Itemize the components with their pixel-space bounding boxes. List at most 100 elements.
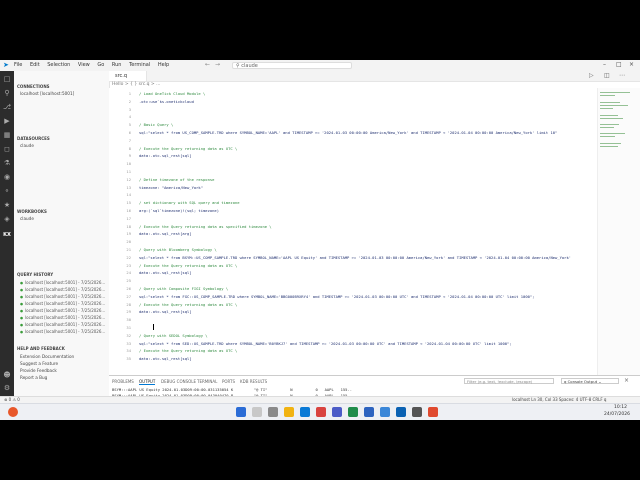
more-actions-icon[interactable]: ⋯ [619,72,625,79]
gear-icon[interactable]: ⚙ [3,384,11,392]
menu-view[interactable]: View [78,62,90,68]
code-line[interactable]: data:.otc.sql_rest[sql] [139,356,192,361]
tab-ports[interactable]: PORTS [222,379,235,384]
code-line[interactable]: / Execute the Query returning data as UT… [139,146,237,151]
close-icon[interactable]: × [629,61,634,68]
code-line[interactable]: sql:"select * from SED::US_SAMPLE.TRD wh… [139,341,512,346]
file-explorer-icon[interactable] [284,407,294,417]
code-line[interactable]: / Execute the Query returning data as UT… [139,348,237,353]
tab-debug-console[interactable]: DEBUG CONSOLE [161,379,196,384]
code-line[interactable]: / set dictionary with SQL query and time… [139,200,240,205]
connections-header[interactable]: CONNECTIONS [17,84,50,89]
menu-file[interactable]: File [14,62,22,68]
code-editor[interactable]: 1 / Load OneTick Cloud Module \ 2 .otc:use`… [109,88,597,375]
code-line[interactable]: / Load OneTick Cloud Module \ [139,91,205,96]
code-line[interactable]: timezone: "America/New_York" [139,185,203,190]
history-item[interactable]: localhost [localhost:5001] - 7/25/2026..… [20,308,105,313]
testing-icon[interactable]: ⚗ [3,159,11,167]
code-line[interactable]: sql:"select * from BSYM::US_COMP_SAMPLE.… [139,255,571,260]
database-icon[interactable]: ⚬ [3,187,11,195]
excel-icon[interactable] [348,407,358,417]
remote-explorer-icon[interactable]: ◻ [3,145,11,153]
code-line[interactable]: arg:(`sql`timezone)!(sql; timezone) [139,208,219,213]
powerpoint-icon[interactable] [428,407,438,417]
menu-selection[interactable]: Selection [47,62,70,68]
code-line[interactable]: / Execute the Query returning data as UT… [139,302,237,307]
explorer-icon[interactable]: □ [3,75,11,83]
word-icon[interactable] [380,407,390,417]
status-problems[interactable]: ⊗ 0 ⚠ 0 [4,397,20,402]
code-line[interactable]: data:.otc.sql_rest[arg] [139,231,192,236]
account-icon[interactable]: ☻ [3,371,11,379]
code-line[interactable]: / Define timezone of the response [139,177,214,182]
connection-item[interactable]: localhost [localhost:5001] [20,91,74,96]
code-line[interactable]: / Execute the Query returning data as UT… [139,263,237,268]
help-link[interactable]: Provide Feedback [20,368,57,373]
close-panel-icon[interactable]: × [624,377,629,384]
code-line[interactable]: sql:"select * from FGC::US_COMP_SAMPLE.T… [139,294,534,299]
help-feedback-header[interactable]: HELP AND FEEDBACK [17,346,65,351]
outlook-icon[interactable] [364,407,374,417]
workbook-item[interactable]: claude [20,216,34,221]
workbooks-header[interactable]: WORKBOOKS [17,209,47,214]
history-item[interactable]: localhost [localhost:5001] - 7/25/2026..… [20,294,105,299]
tab-problems[interactable]: PROBLEMS [112,379,134,384]
minimize-icon[interactable]: – [603,61,606,68]
breadcrumb[interactable]: Hello > { } src.q > ... [112,82,160,87]
output-filter-input[interactable]: Filter (e.g. text, !exclude, \escape) [464,378,554,384]
extensions-icon[interactable]: ▦ [3,131,11,139]
history-item[interactable]: localhost [localhost:5001] - 7/25/2026..… [20,322,105,327]
datasources-header[interactable]: DATASOURCES [17,136,50,141]
split-editor-icon[interactable]: ◫ [604,72,610,79]
clock-date[interactable]: 24/07/2026 [604,412,630,417]
clock-time[interactable]: 10:12 [614,405,627,410]
code-line[interactable]: / Query with Composite FIGI Symbology \ [139,286,228,291]
menu-go[interactable]: Go [97,62,104,68]
run-file-icon[interactable]: ▷ [589,72,594,79]
teams-icon[interactable] [332,407,342,417]
menu-help[interactable]: Help [158,62,169,68]
search-icon[interactable]: ⚲ [3,89,11,97]
history-item[interactable]: localhost [localhost:5001] - 7/25/2026..… [20,280,105,285]
command-center-search[interactable]: ⚲ claude [232,62,352,69]
task-view-icon[interactable] [268,407,278,417]
app-icon[interactable] [316,407,326,417]
code-line[interactable]: data:.otc.sql_rest[sql] [139,309,192,314]
code-line[interactable]: sql:"select * from US_COMP_SAMPLE.TRD wh… [139,130,557,135]
code-line[interactable]: data:.otc.sql_rest[sql] [139,153,192,158]
run-debug-icon[interactable]: ▶ [3,117,11,125]
help-link[interactable]: Suggest a Feature [20,361,58,366]
history-item[interactable]: localhost [localhost:5001] - 7/25/2026..… [20,329,105,334]
tab-output[interactable]: OUTPUT [139,379,156,385]
weather-widget-icon[interactable] [8,407,18,417]
tab-terminal[interactable]: TERMINAL [197,379,217,384]
code-line[interactable]: / Execute the Query returning data as sp… [139,224,272,229]
history-item[interactable]: localhost [localhost:5001] - 7/25/2026..… [20,301,105,306]
maximize-icon[interactable]: □ [616,61,622,68]
search-taskbar-icon[interactable] [252,407,262,417]
status-right[interactable]: localhost Ln 30, Col 33 Spaces: 4 UTF-8 … [512,397,606,402]
source-control-icon[interactable]: ⎇ [3,103,11,111]
start-icon[interactable] [236,407,246,417]
terminal-taskbar-icon[interactable] [412,407,422,417]
tab-kdb-results[interactable]: KDB RESULTS [240,379,267,384]
help-link[interactable]: Extension Documentation [20,354,74,359]
menu-run[interactable]: Run [112,62,122,68]
settings-sync-icon[interactable]: ★ [3,201,11,209]
vscode-taskbar-icon[interactable] [396,407,406,417]
history-item[interactable]: localhost [localhost:5001] - 7/25/2026..… [20,315,105,320]
menu-edit[interactable]: Edit [30,62,40,68]
back-arrow-icon[interactable]: ← [205,61,210,68]
code-line[interactable]: / Query with Bloomberg Symbology \ [139,247,217,252]
edge-icon[interactable] [300,407,310,417]
datasource-item[interactable]: claude [20,143,34,148]
code-line[interactable]: / Query with SEDOL Symbology \ [139,333,208,338]
code-line[interactable]: data:.otc.sql_rest[sql] [139,270,192,275]
kx-icon[interactable]: KX [3,231,11,239]
query-history-header[interactable]: QUERY HISTORY [17,272,53,277]
help-link[interactable]: Report a Bug [20,375,47,380]
tab-src-q[interactable]: src.q [109,71,147,81]
menu-terminal[interactable]: Terminal [129,62,150,68]
code-line[interactable]: / Basic Query \ [139,122,173,127]
gitlens-icon[interactable]: ◈ [3,215,11,223]
